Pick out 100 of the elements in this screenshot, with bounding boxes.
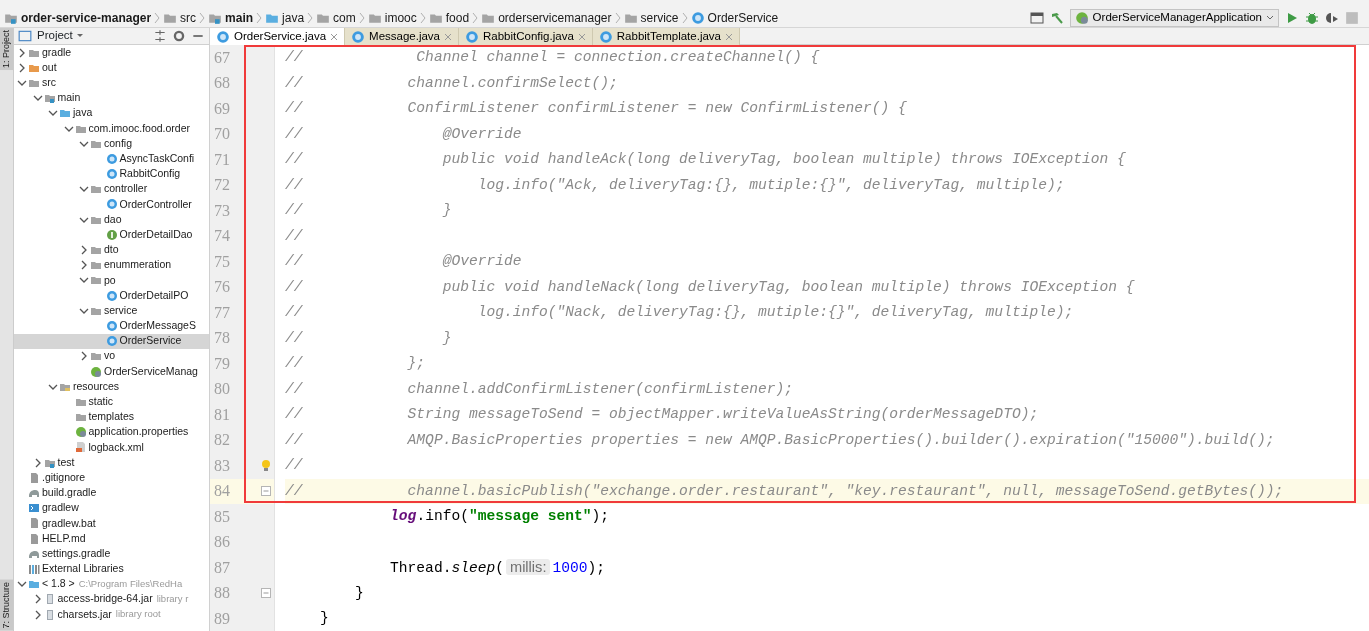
tree-item[interactable]: AsyncTaskConfi <box>14 151 209 167</box>
tree-item[interactable]: OrderDetailDao <box>14 227 209 243</box>
tree-item[interactable]: < 1.8 > C:\Program Files\RedHa <box>14 576 209 592</box>
tree-item[interactable]: logback.xml <box>14 439 209 456</box>
tree-item[interactable]: controller <box>14 181 209 197</box>
tree-item[interactable]: OrderDetailPO <box>14 288 209 304</box>
project-tool-tab[interactable]: 1: Project <box>0 28 14 71</box>
code-line: // <box>285 456 304 475</box>
line-number: 70 <box>213 124 231 145</box>
tree-item[interactable]: .gitignore <box>14 470 209 486</box>
document-icon <box>28 517 40 530</box>
document-icon <box>28 471 40 484</box>
line-number: 76 <box>213 277 231 298</box>
separator-icon <box>614 10 621 25</box>
breadcrumb-link[interactable]: orderservicemanager <box>498 8 612 27</box>
breadcrumb-link[interactable]: com <box>333 8 356 27</box>
line-number: 71 <box>213 149 231 170</box>
tree-item[interactable]: access-bridge-64.jar library r <box>14 591 209 607</box>
breadcrumb-link[interactable]: service <box>640 8 679 27</box>
tree-item[interactable]: test <box>14 455 209 471</box>
leaf-icon <box>74 426 87 439</box>
tree-item[interactable]: External Libraries <box>14 561 209 577</box>
line-number: 75 <box>213 251 231 272</box>
interface-icon <box>105 228 118 241</box>
window-icon <box>1029 10 1044 25</box>
tree-item[interactable]: application.properties <box>14 424 209 440</box>
tree-item[interactable]: gradlew.bat <box>14 515 209 531</box>
tree-item[interactable]: out <box>14 60 209 76</box>
tree-item[interactable]: build.gradle <box>14 485 209 501</box>
tree-item[interactable]: static <box>14 394 209 410</box>
tree-item[interactable]: dao <box>14 212 209 228</box>
tree-item[interactable]: main <box>14 90 209 106</box>
tree-item[interactable]: gradlew <box>14 500 209 516</box>
breadcrumb-link[interactable]: main <box>225 8 254 27</box>
tree-item[interactable]: HELP.md <box>14 531 209 547</box>
tree-item[interactable]: RabbitConfig <box>14 166 209 182</box>
line-number: 86 <box>213 532 231 553</box>
folder-icon <box>90 259 102 272</box>
settings-icon <box>172 29 186 43</box>
editor-tab[interactable]: OrderService.java <box>210 28 346 45</box>
run-icon <box>1285 10 1299 25</box>
breadcrumb-link[interactable]: OrderService <box>707 8 779 27</box>
close-icon <box>330 32 339 41</box>
tree-item[interactable]: dto <box>14 242 209 258</box>
separator-icon <box>307 10 314 25</box>
breadcrumb-link[interactable]: java <box>282 8 305 27</box>
tree-item[interactable]: po <box>14 272 209 288</box>
code-line: // <box>285 226 304 246</box>
class-icon <box>105 319 118 332</box>
tree-item[interactable]: resources <box>14 379 209 395</box>
tree-item[interactable]: OrderController <box>14 196 209 213</box>
tree-item[interactable]: vo <box>14 348 209 364</box>
tree-item[interactable]: OrderServiceManag <box>14 363 209 380</box>
tree-item[interactable]: enummeration <box>14 257 209 273</box>
caret-icon <box>75 32 84 40</box>
tree-item[interactable]: gradle <box>14 45 209 61</box>
leaf-icon <box>1074 10 1089 25</box>
line-number: 68 <box>213 73 231 94</box>
folder-icon <box>59 107 71 120</box>
breadcrumb-link[interactable]: imooc <box>384 8 417 27</box>
tree-item[interactable]: settings.gradle <box>14 546 209 562</box>
class-icon <box>105 198 118 211</box>
bug-icon <box>1305 10 1319 25</box>
editor-tab[interactable]: RabbitTemplate.java <box>592 28 740 45</box>
hammer-icon <box>1049 10 1064 25</box>
tree-item[interactable]: src <box>14 75 209 91</box>
code-line: // @Override <box>285 124 523 144</box>
structure-tool-tab[interactable]: 7: Structure <box>0 580 14 631</box>
tree-item[interactable]: OrderMessageS <box>14 318 209 334</box>
fold-icon <box>261 588 271 599</box>
separator-icon <box>154 10 161 25</box>
close-icon <box>577 32 586 41</box>
tree-item[interactable]: com.imooc.food.order <box>14 120 209 137</box>
tree-item[interactable]: service <box>14 303 209 319</box>
line-number: 89 <box>213 608 231 629</box>
breadcrumb-link[interactable]: order-service-manager <box>21 8 152 27</box>
editor-tab[interactable]: Message.java <box>345 28 459 45</box>
line-number: 77 <box>213 302 231 323</box>
document-icon <box>28 532 40 545</box>
coverage-icon <box>1325 10 1339 25</box>
breadcrumb-link[interactable]: food <box>445 8 470 27</box>
code-line: // @Override <box>285 252 523 271</box>
line-number: 85 <box>213 506 231 527</box>
close-icon <box>444 32 452 41</box>
code-line: } <box>354 583 365 603</box>
stop-icon <box>1345 10 1359 25</box>
breadcrumb-link[interactable]: src <box>180 8 197 27</box>
caret-icon <box>1266 13 1274 22</box>
tree-item[interactable]: config <box>14 136 209 152</box>
tree-item[interactable]: charsets.jar library root <box>14 606 209 623</box>
tree-item[interactable]: java <box>14 105 209 121</box>
tree-item[interactable]: OrderService <box>14 333 209 349</box>
editor-tab[interactable]: RabbitConfig.java <box>459 28 593 45</box>
run-configuration-dropdown[interactable]: OrderServiceManagerApplication <box>1069 8 1279 27</box>
separator-icon <box>199 10 206 25</box>
class-icon <box>105 335 118 348</box>
separator-icon <box>419 10 426 25</box>
code-line: // log.info("Ack, deliveryTag:{}, mutiple:{}", deliveryTag, multiple); <box>285 175 1066 195</box>
tree-item[interactable]: templates <box>14 409 209 425</box>
folder-icon <box>90 244 102 257</box>
